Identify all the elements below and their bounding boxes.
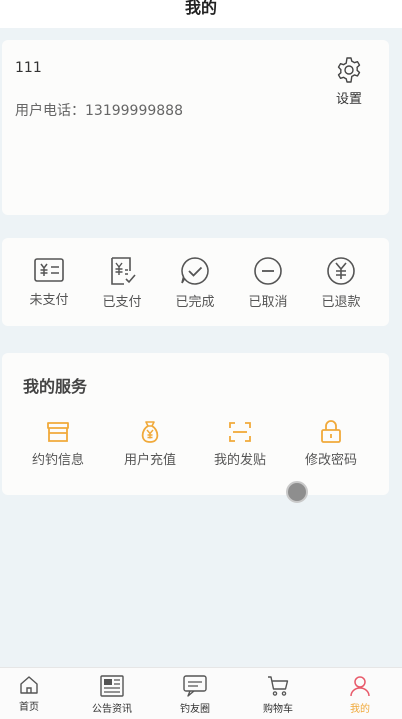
user-icon xyxy=(350,676,370,697)
order-label: 已完成 xyxy=(175,295,215,310)
tab-fishing-circle[interactable]: 钓友圈 xyxy=(160,674,230,715)
lock-icon xyxy=(321,420,341,443)
service-my-posts[interactable]: 我的发贴 xyxy=(195,419,285,468)
floating-assist-button[interactable] xyxy=(286,481,308,503)
order-label: 未支付 xyxy=(29,293,69,308)
scan-icon xyxy=(229,422,251,442)
completed-icon xyxy=(181,257,209,285)
tab-label: 我的 xyxy=(350,704,370,715)
cancelled-icon xyxy=(254,257,282,285)
header: 我的 xyxy=(0,0,402,28)
service-label: 修改密码 xyxy=(304,453,357,468)
money-bag-icon xyxy=(141,421,159,443)
services-title: 我的服务 xyxy=(23,377,88,396)
gear-icon xyxy=(337,57,361,83)
paid-icon xyxy=(111,257,136,285)
tab-cart[interactable]: 购物车 xyxy=(243,674,313,715)
tab-mine[interactable]: 我的 xyxy=(325,674,395,715)
service-fishing-info[interactable]: 约钓信息 xyxy=(13,419,103,468)
tab-home[interactable]: 首页 xyxy=(0,674,64,713)
service-label: 约钓信息 xyxy=(31,453,84,468)
tab-label: 首页 xyxy=(19,702,39,713)
profile-card: 111 用户电话：13199999888 设置 xyxy=(2,40,389,215)
order-paid[interactable]: 已支付 xyxy=(92,256,152,310)
page-title: 我的 xyxy=(184,0,217,17)
order-refunded[interactable]: 已退款 xyxy=(311,256,371,310)
order-label: 已取消 xyxy=(248,295,288,310)
store-icon xyxy=(47,422,69,442)
service-change-password[interactable]: 修改密码 xyxy=(286,419,376,468)
order-cancelled[interactable]: 已取消 xyxy=(238,256,298,310)
order-completed[interactable]: 已完成 xyxy=(165,256,225,310)
phone-row: 用户电话：13199999888 xyxy=(15,100,183,120)
services-card: 我的服务 约钓信息 用户充值 我的发贴 修改密码 xyxy=(2,353,389,495)
orders-card: 未支付 已支付 已完成 已取消 已退款 xyxy=(2,238,389,326)
order-label: 已支付 xyxy=(102,295,142,310)
service-label: 用户充值 xyxy=(123,453,176,468)
service-recharge[interactable]: 用户充值 xyxy=(105,419,195,468)
settings-button[interactable]: 设置 xyxy=(329,56,369,107)
order-unpaid[interactable]: 未支付 xyxy=(19,256,79,308)
service-label: 我的发贴 xyxy=(213,453,266,468)
order-label: 已退款 xyxy=(321,295,361,310)
phone-number: 13199999888 xyxy=(85,103,183,119)
home-icon xyxy=(20,676,38,694)
cart-icon xyxy=(268,676,289,696)
username: 111 xyxy=(15,60,42,76)
tab-label: 购物车 xyxy=(263,704,293,715)
unpaid-icon xyxy=(34,258,64,282)
tab-bar: 首页 公告资讯 钓友圈 购物车 我的 xyxy=(0,667,402,719)
chat-icon xyxy=(183,675,207,697)
settings-label: 设置 xyxy=(335,92,362,107)
phone-label: 用户电话： xyxy=(15,103,85,119)
tab-label: 公告资讯 xyxy=(92,704,132,715)
tab-label: 钓友圈 xyxy=(180,704,210,715)
news-icon xyxy=(100,675,124,697)
tab-news[interactable]: 公告资讯 xyxy=(77,674,147,715)
refunded-icon xyxy=(327,257,355,285)
